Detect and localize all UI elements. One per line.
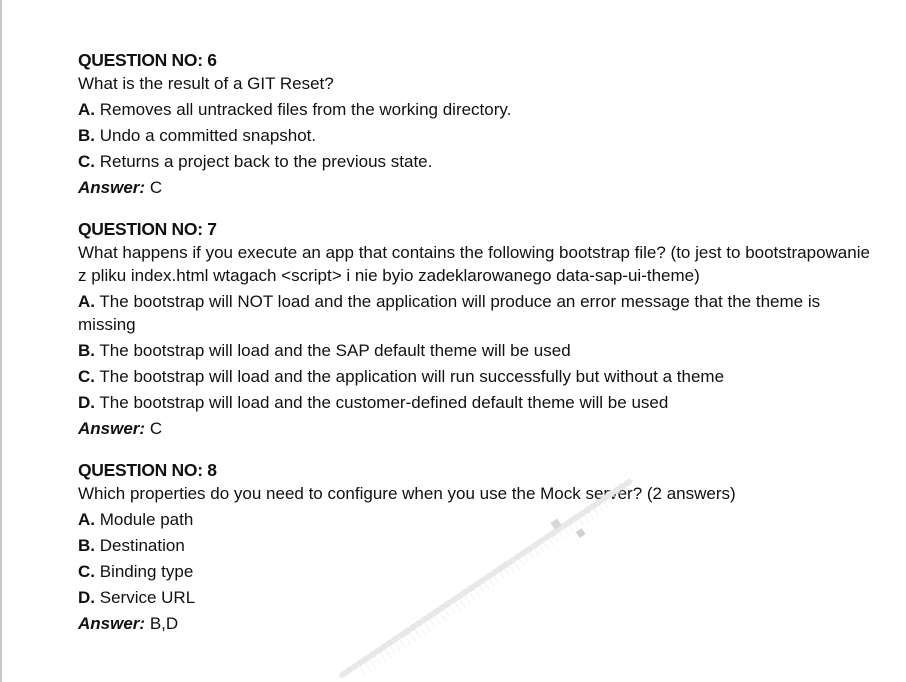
option-letter: A.: [78, 510, 95, 529]
option-text: The bootstrap will load and the SAP defa…: [99, 341, 571, 360]
question-title: QUESTION NO: 8: [78, 460, 217, 480]
option-letter: C.: [78, 562, 95, 581]
answer-label: Answer:: [78, 419, 146, 438]
option-letter: D.: [78, 588, 95, 607]
option-text: Module path: [99, 510, 194, 529]
question-text: Which properties do you need to configur…: [78, 484, 736, 503]
option-letter: B.: [78, 536, 95, 555]
answer-value: C: [149, 419, 163, 438]
option-c: C. Binding type: [78, 560, 878, 583]
question-text: What happens if you execute an app that …: [78, 243, 870, 285]
option-letter: A.: [78, 100, 95, 119]
option-text: Destination: [99, 536, 185, 555]
answer-line: Answer: C: [78, 417, 878, 440]
option-d: D. Service URL: [78, 586, 878, 609]
option-text: Undo a committed snapshot.: [99, 126, 317, 145]
option-text: Binding type: [99, 562, 194, 581]
option-text: Service URL: [99, 588, 196, 607]
option-b: B. The bootstrap will load and the SAP d…: [78, 339, 878, 362]
document-page: QUESTION NO: 6 What is the result of a G…: [78, 49, 878, 654]
option-b: B. Destination: [78, 534, 878, 557]
option-d: D. The bootstrap will load and the custo…: [78, 391, 878, 414]
question-text: What is the result of a GIT Reset?: [78, 74, 334, 93]
answer-line: Answer: C: [78, 176, 878, 199]
option-b: B. Undo a committed snapshot.: [78, 124, 878, 147]
option-a: A. Module path: [78, 508, 878, 531]
option-letter: C.: [78, 152, 95, 171]
option-a: A. The bootstrap will NOT load and the a…: [78, 290, 878, 336]
answer-value: C: [149, 178, 163, 197]
answer-label: Answer:: [78, 614, 146, 633]
option-text: The bootstrap will NOT load and the appl…: [78, 292, 821, 334]
option-text: The bootstrap will load and the customer…: [99, 393, 669, 412]
option-letter: B.: [78, 341, 95, 360]
option-text: The bootstrap will load and the applicat…: [99, 367, 725, 386]
question-title: QUESTION NO: 6: [78, 50, 217, 70]
question-8: QUESTION NO: 8 Which properties do you n…: [78, 459, 878, 635]
question-7: QUESTION NO: 7 What happens if you execu…: [78, 218, 878, 440]
question-title: QUESTION NO: 7: [78, 219, 217, 239]
option-letter: C.: [78, 367, 95, 386]
option-text: Removes all untracked files from the wor…: [99, 100, 512, 119]
option-c: C. The bootstrap will load and the appli…: [78, 365, 878, 388]
option-c: C. Returns a project back to the previou…: [78, 150, 878, 173]
option-letter: D.: [78, 393, 95, 412]
question-6: QUESTION NO: 6 What is the result of a G…: [78, 49, 878, 199]
answer-line: Answer: B,D: [78, 612, 878, 635]
answer-label: Answer:: [78, 178, 146, 197]
option-letter: B.: [78, 126, 95, 145]
answer-value: B,D: [149, 614, 179, 633]
option-letter: A.: [78, 292, 95, 311]
option-text: Returns a project back to the previous s…: [99, 152, 433, 171]
option-a: A. Removes all untracked files from the …: [78, 98, 878, 121]
